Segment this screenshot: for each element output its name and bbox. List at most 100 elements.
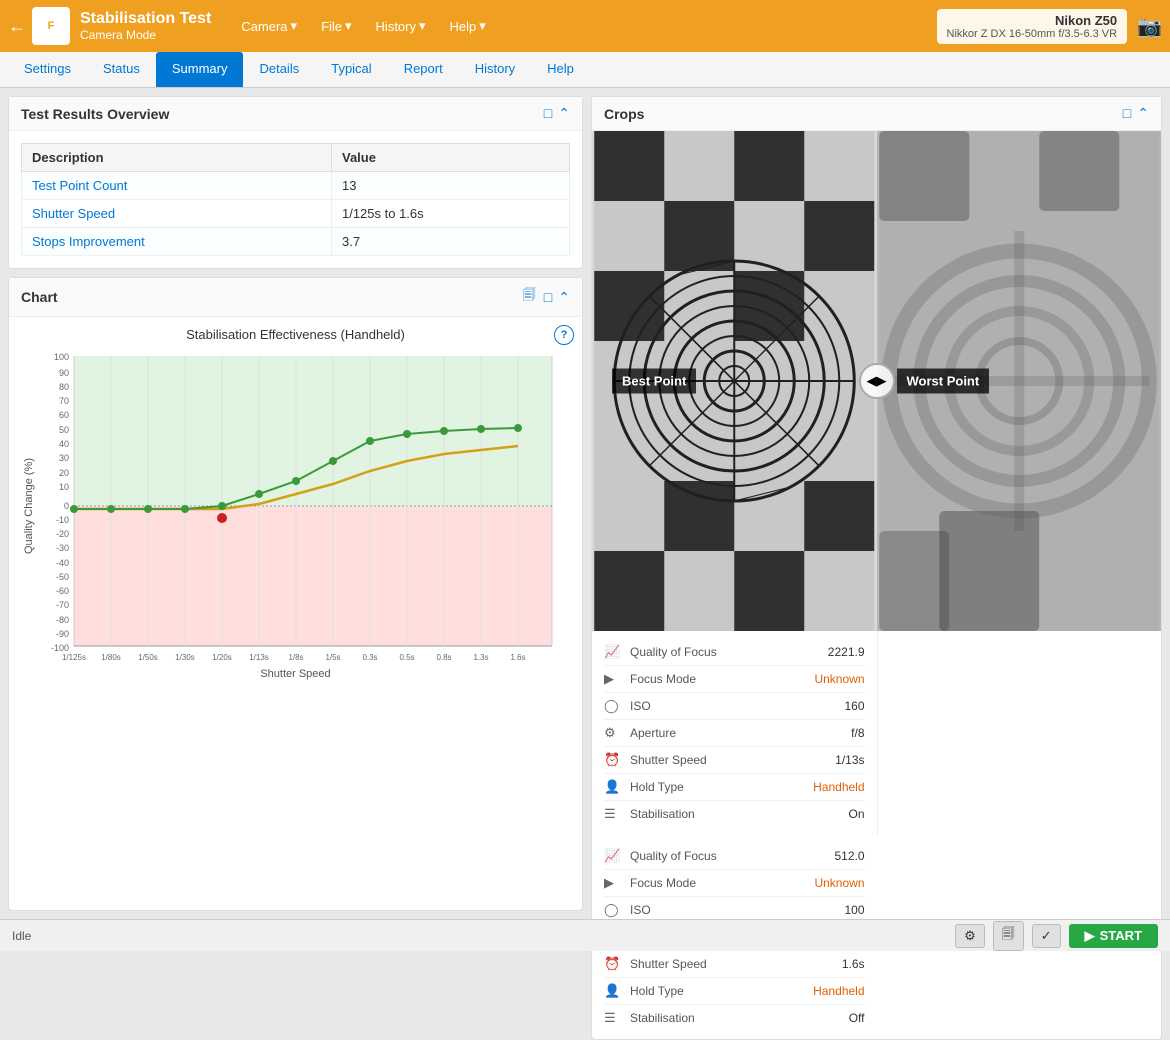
tab-bar: Settings Status Summary Details Typical … — [0, 52, 1170, 88]
chart-collapse-icon[interactable]: ⌃ — [558, 289, 570, 306]
tab-report[interactable]: Report — [388, 52, 459, 87]
focusmode-icon-left: ▶ — [604, 671, 624, 687]
svg-text:1/50s: 1/50s — [138, 653, 158, 662]
chart-card: Chart 🗐 □ ⌃ Stabilisation Effectiveness … — [8, 277, 583, 911]
left-shutter-value: 1/13s — [835, 753, 864, 767]
row-label-3: Stops Improvement — [22, 228, 332, 256]
crop-image-left: Best Point — [592, 131, 877, 631]
svg-text:1.6s: 1.6s — [510, 653, 525, 662]
crops-card: Crops □ ⌃ — [591, 96, 1162, 1040]
quality-icon-left: 📈 — [604, 644, 624, 660]
chart-maximize-icon[interactable]: □ — [544, 289, 552, 306]
right-focusmode-value: Unknown — [814, 876, 864, 890]
chart-title: Chart — [21, 289, 523, 305]
svg-text:0.5s: 0.5s — [399, 653, 414, 662]
crop-nav-button[interactable]: ◀▶ — [859, 363, 895, 399]
svg-text:-70: -70 — [56, 600, 69, 610]
svg-text:0.3s: 0.3s — [362, 653, 377, 662]
right-holdtype-value: Handheld — [813, 984, 864, 998]
right-iso-value: 100 — [844, 903, 864, 917]
svg-text:-90: -90 — [56, 629, 69, 639]
crops-title: Crops — [604, 106, 1123, 122]
results-table: Description Value Test Point Count 13 Sh… — [21, 143, 570, 256]
tab-typical[interactable]: Typical — [315, 52, 387, 87]
maximize-icon[interactable]: □ — [544, 105, 552, 122]
svg-text:30: 30 — [59, 453, 69, 463]
nav-history[interactable]: History ▾ — [366, 14, 436, 38]
chart-copy-icon[interactable]: 🗐 — [523, 286, 536, 308]
svg-text:20: 20 — [59, 468, 69, 478]
right-stabilisation-row: ☰ Stabilisation Off — [604, 1005, 865, 1031]
quality-icon-right: 📈 — [604, 848, 624, 864]
svg-text:-30: -30 — [56, 543, 69, 553]
focusmode-icon-right: ▶ — [604, 875, 624, 891]
test-results-card: Test Results Overview □ ⌃ Description Va… — [8, 96, 583, 269]
right-stabilisation-value: Off — [849, 1011, 865, 1025]
tab-details[interactable]: Details — [243, 52, 315, 87]
left-iso-row: ◯ ISO 160 — [604, 693, 865, 720]
nav-help[interactable]: Help ▾ — [440, 14, 496, 38]
app-title-main: Stabilisation Test — [80, 10, 211, 28]
svg-text:-100: -100 — [51, 643, 69, 653]
svg-text:-10: -10 — [56, 515, 69, 525]
top-nav: Camera ▾ File ▾ History ▾ Help ▾ — [231, 14, 936, 38]
svg-text:80: 80 — [59, 382, 69, 392]
row-label-1: Test Point Count — [22, 172, 332, 200]
svg-text:1/20s: 1/20s — [212, 653, 232, 662]
right-shutter-row: ⏰ Shutter Speed 1.6s — [604, 951, 865, 978]
info-divider — [877, 631, 878, 835]
svg-text:0.8s: 0.8s — [436, 653, 451, 662]
svg-text:1.3s: 1.3s — [473, 653, 488, 662]
best-point-label: Best Point — [612, 369, 696, 394]
worst-point-label: Worst Point — [897, 369, 990, 394]
holdtype-icon-left: 👤 — [604, 779, 624, 795]
nav-file[interactable]: File ▾ — [311, 14, 361, 38]
table-row: Shutter Speed 1/125s to 1.6s — [22, 200, 570, 228]
left-iso-value: 160 — [844, 699, 864, 713]
left-focusmode-row: ▶ Focus Mode Unknown — [604, 666, 865, 693]
app-icon: F — [32, 7, 70, 45]
tab-summary[interactable]: Summary — [156, 52, 244, 87]
start-icon: ▶ — [1085, 928, 1095, 944]
tab-help[interactable]: Help — [531, 52, 590, 87]
back-button[interactable]: ← — [8, 16, 26, 37]
left-aperture-value: f/8 — [851, 726, 864, 740]
gear-button[interactable]: ⚙ — [955, 924, 985, 948]
left-stabilisation-row: ☰ Stabilisation On — [604, 801, 865, 827]
tab-history[interactable]: History — [459, 52, 531, 87]
svg-text:10: 10 — [59, 482, 69, 492]
copy-button[interactable]: 🗐 — [993, 921, 1024, 951]
aperture-icon-left: ⚙ — [604, 725, 624, 741]
collapse-icon[interactable]: ⌃ — [558, 105, 570, 122]
check-button[interactable]: ✓ — [1032, 924, 1061, 948]
svg-text:50: 50 — [59, 425, 69, 435]
crop-image-right: Worst Point — [877, 131, 1162, 631]
device-lens: Nikkor Z DX 16-50mm f/3.5-6.3 VR — [947, 28, 1118, 40]
left-focusmode-value: Unknown — [814, 672, 864, 686]
right-quality-row: 📈 Quality of Focus 512.0 — [604, 843, 865, 870]
stabilisation-icon-right: ☰ — [604, 1010, 624, 1026]
app-title-sub: Camera Mode — [80, 28, 211, 42]
start-button[interactable]: ▶ START — [1069, 924, 1158, 948]
chart-subtitle: Stabilisation Effectiveness (Handheld) — [19, 327, 572, 342]
crops-info-grid: 📈 Quality of Focus 2221.9 ▶ Focus Mode U… — [592, 631, 1161, 1039]
svg-text:-50: -50 — [56, 572, 69, 582]
svg-text:90: 90 — [59, 368, 69, 378]
chart-y-label: Quality Change (%) — [19, 346, 39, 666]
tab-settings[interactable]: Settings — [8, 52, 87, 87]
status-bar: Idle ⚙ 🗐 ✓ ▶ START — [0, 919, 1170, 951]
svg-text:70: 70 — [59, 396, 69, 406]
camera-button[interactable]: 📷 — [1137, 14, 1162, 39]
crops-maximize-icon[interactable]: □ — [1123, 105, 1131, 122]
crops-collapse-icon[interactable]: ⌃ — [1137, 105, 1149, 122]
left-holdtype-row: 👤 Hold Type Handheld — [604, 774, 865, 801]
crop-images-container: Best Point ◀▶ — [592, 131, 1161, 631]
tab-status[interactable]: Status — [87, 52, 156, 87]
iso-icon-left: ◯ — [604, 698, 624, 714]
svg-text:0: 0 — [64, 501, 69, 511]
shutter-icon-left: ⏰ — [604, 752, 624, 768]
table-row: Stops Improvement 3.7 — [22, 228, 570, 256]
nav-camera[interactable]: Camera ▾ — [231, 14, 307, 38]
chart-help-btn[interactable]: ? — [554, 325, 574, 345]
left-info-col: 📈 Quality of Focus 2221.9 ▶ Focus Mode U… — [592, 631, 877, 835]
